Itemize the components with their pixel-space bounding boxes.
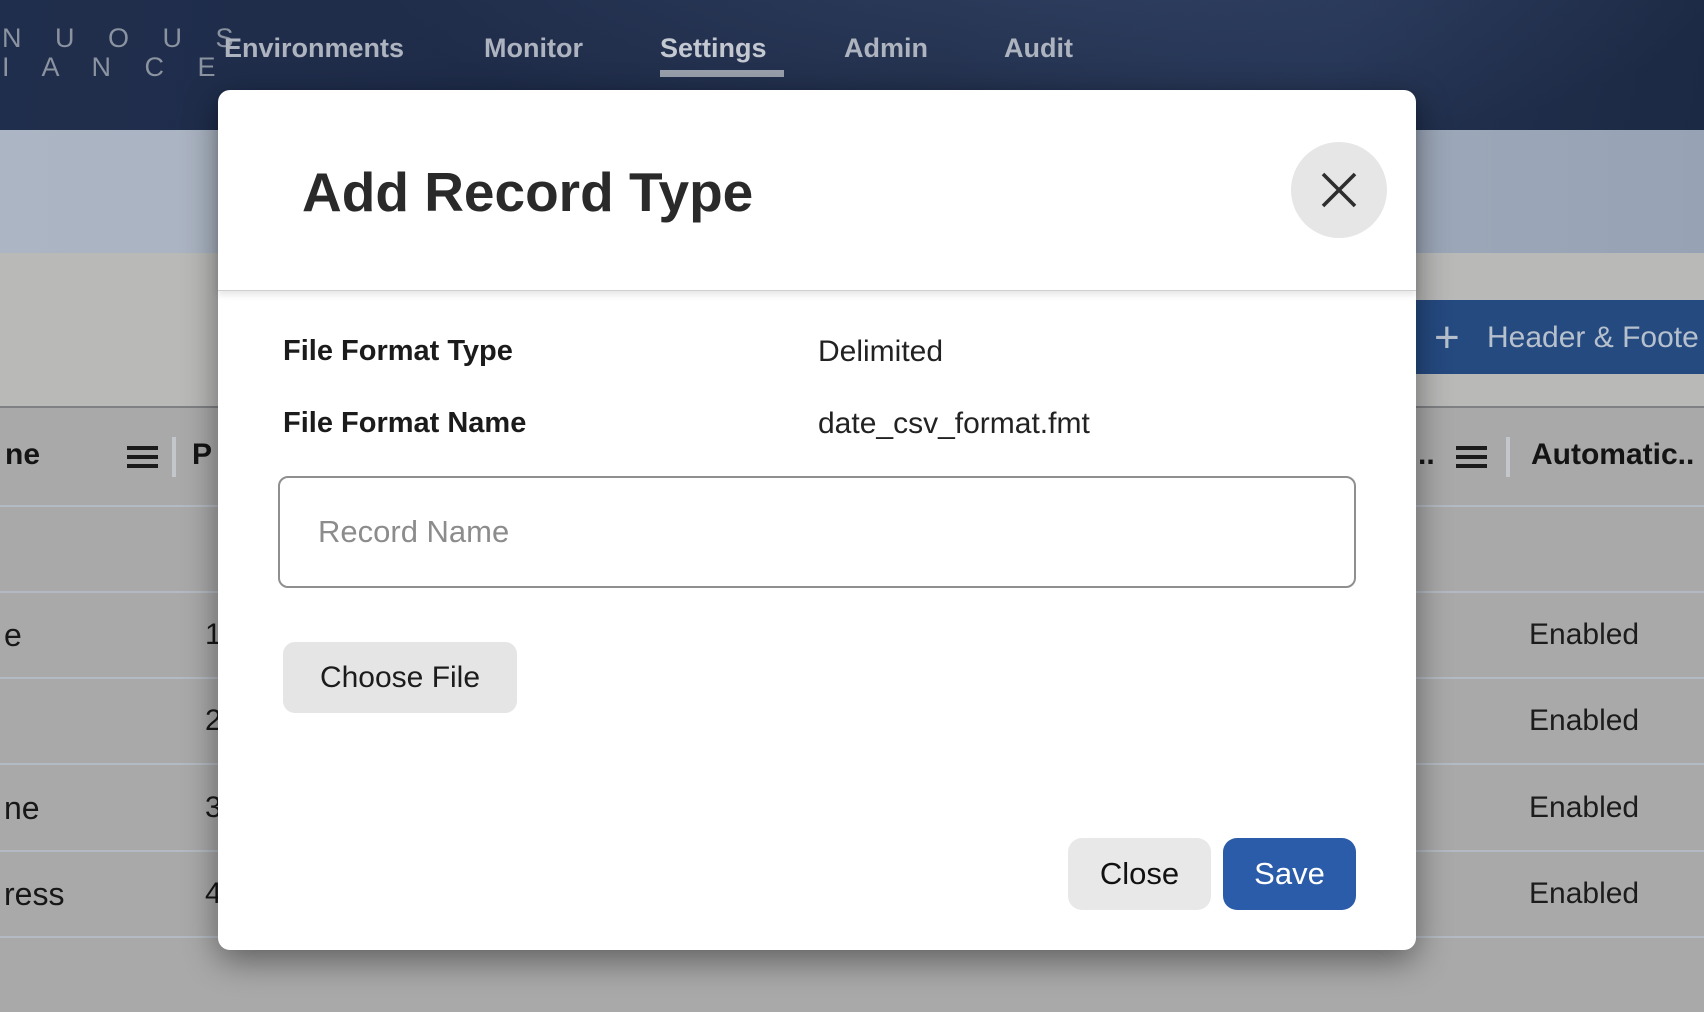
column-header-p-fragment: P [192,438,212,472]
record-name-fragment: ress [4,876,64,913]
record-name-input[interactable] [278,476,1356,588]
nav-item-admin[interactable]: Admin [844,33,928,64]
nav-item-environments[interactable]: Environments [224,33,404,64]
logo-line-2: I A N C E [2,52,229,82]
logo-line-1: N U O U S [2,23,247,53]
dialog-header: Add Record Type [218,90,1416,291]
column-header-name-fragment: ne [5,438,40,472]
column-menu-icon[interactable] [1456,446,1487,468]
active-tab-underline [660,70,784,77]
header-footer-button[interactable]: + Header & Foote [1380,300,1704,374]
record-name-fragment: e [4,617,22,654]
nav-item-monitor[interactable]: Monitor [484,33,583,64]
status-value: Enabled [1529,791,1639,825]
close-button[interactable] [1291,142,1387,238]
status-value: Enabled [1529,877,1639,911]
nav-item-settings[interactable]: Settings [660,33,767,64]
status-value: Enabled [1529,704,1639,738]
column-separator [172,437,176,477]
app-logo: N U O U SI A N C E [2,24,247,82]
nav-item-audit[interactable]: Audit [1004,33,1073,64]
add-record-type-dialog: Add Record Type File Format Type Delimit… [218,90,1416,950]
file-format-name-value: date_csv_format.fmt [818,407,1090,441]
column-separator [1506,437,1510,477]
file-format-name-label: File Format Name [283,407,526,440]
close-dialog-button[interactable]: Close [1068,838,1211,910]
dialog-title: Add Record Type [302,160,753,224]
record-name-fragment: ne [4,790,40,827]
column-header-automatic: Automatic.. [1531,438,1694,472]
plus-icon: + [1434,313,1460,363]
column-header-ellipsis: .. [1418,438,1435,472]
choose-file-button[interactable]: Choose File [283,642,517,713]
header-footer-button-label: Header & Foote [1487,321,1699,355]
column-menu-icon[interactable] [127,446,158,468]
status-value: Enabled [1529,618,1639,652]
file-format-type-value: Delimited [818,335,943,369]
file-format-type-label: File Format Type [283,335,513,368]
save-button[interactable]: Save [1223,838,1356,910]
x-close-icon [1319,170,1359,210]
